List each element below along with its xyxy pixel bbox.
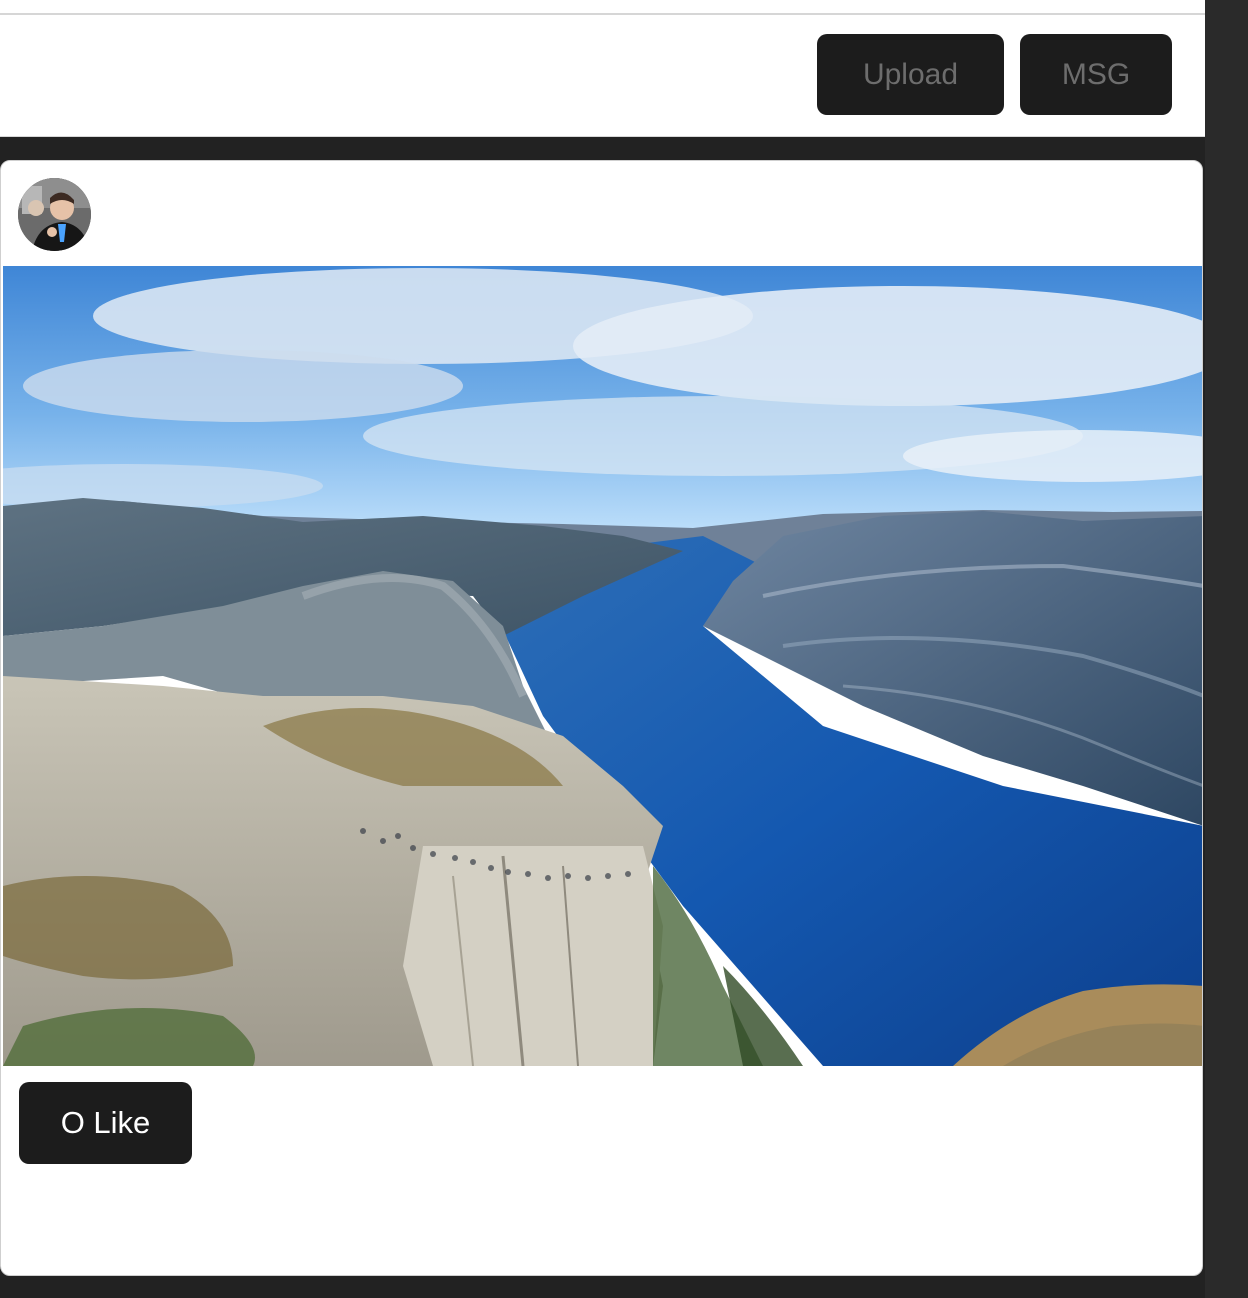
fjord-landscape-photo [3,266,1202,1066]
upload-button[interactable]: Upload [817,34,1004,115]
like-button[interactable]: O Like [19,1082,192,1164]
post-photo [3,266,1202,1066]
top-border [0,0,1205,15]
avatar-image [18,178,91,251]
header-bar: Upload MSG [0,15,1205,137]
msg-button[interactable]: MSG [1020,34,1172,115]
user-avatar-icon[interactable] [18,178,91,251]
scrollbar-track[interactable] [1205,0,1248,1298]
post-card: O Like [0,160,1203,1276]
